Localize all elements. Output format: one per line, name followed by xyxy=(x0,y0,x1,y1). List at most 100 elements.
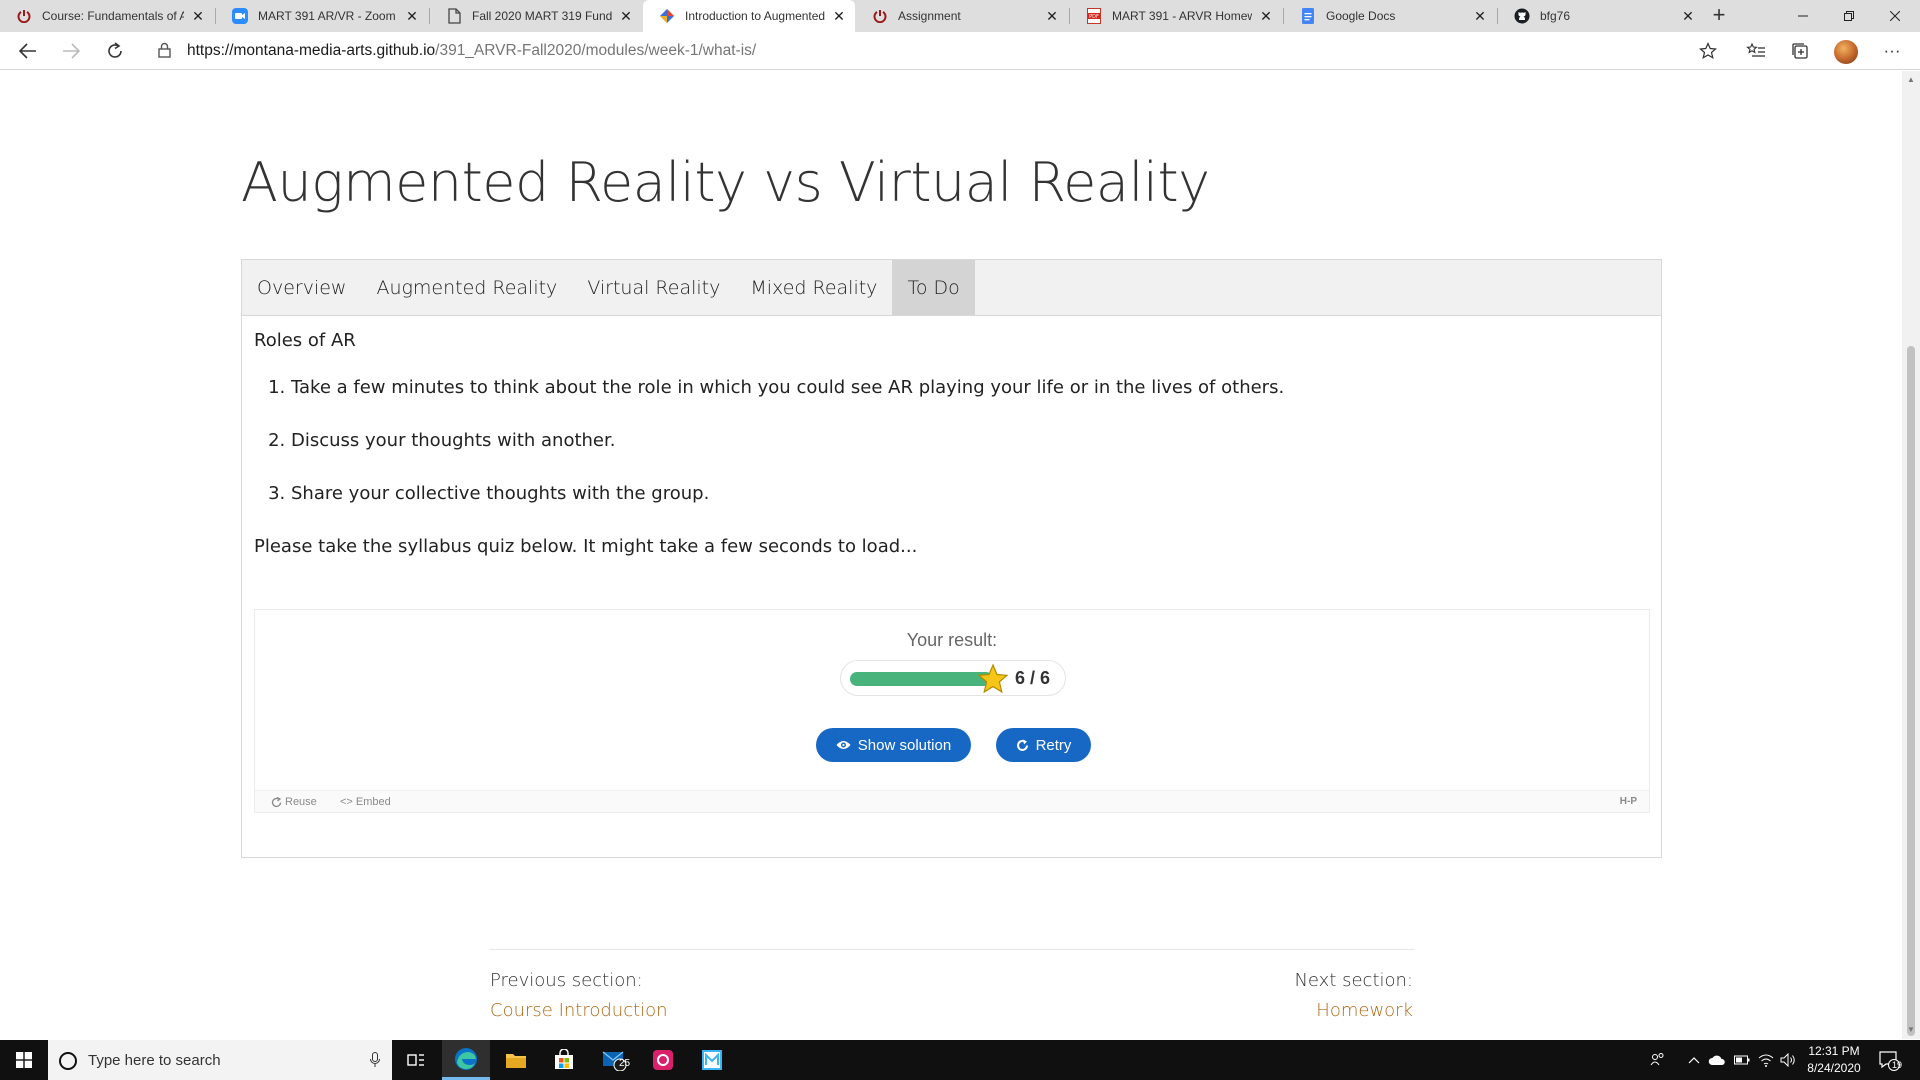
task-view-icon[interactable] xyxy=(392,1040,440,1080)
store-icon[interactable] xyxy=(540,1040,588,1080)
profile-avatar[interactable] xyxy=(1834,40,1858,64)
address-bar[interactable]: https://montana-media-arts.github.io/391… xyxy=(140,35,1730,67)
section-divider xyxy=(490,949,1414,950)
tab-to-do[interactable]: To Do xyxy=(892,260,975,315)
next-section-link[interactable]: Homework xyxy=(1316,1000,1413,1021)
tab-title: bfg76 xyxy=(1540,9,1571,23)
lock-icon[interactable] xyxy=(158,42,171,63)
scroll-up-icon[interactable]: ▲ xyxy=(1906,75,1916,85)
scroll-down-icon[interactable]: ▼ xyxy=(1906,1025,1916,1035)
start-button[interactable] xyxy=(0,1040,48,1080)
taskbar-search[interactable]: Type here to search xyxy=(48,1040,392,1080)
microphone-icon[interactable] xyxy=(370,1052,380,1068)
retry-button[interactable]: Retry xyxy=(996,728,1091,762)
chevron-up-icon[interactable] xyxy=(1688,1040,1700,1080)
h5p-logo[interactable]: H-P xyxy=(1620,796,1637,807)
browser-tab-6[interactable]: PDF MART 391 - ARVR Homewo ✕ xyxy=(1070,0,1282,32)
pdf-icon: PDF xyxy=(1086,8,1102,24)
browser-tab-7[interactable]: Google Docs ✕ xyxy=(1284,0,1496,32)
power-icon xyxy=(16,8,32,24)
back-arrow-icon xyxy=(19,43,36,59)
collections-icon[interactable] xyxy=(1787,38,1813,64)
browser-tab-4-active[interactable]: Introduction to Augmented ✕ xyxy=(643,0,855,32)
notification-center-icon[interactable]: 19 xyxy=(1878,1040,1903,1080)
list-item: Take a few minutes to think about the ro… xyxy=(291,377,1649,398)
close-icon[interactable]: ✕ xyxy=(1258,8,1274,24)
power-icon xyxy=(872,8,888,24)
tab-title: MART 391 AR/VR - Zoom xyxy=(258,9,396,23)
browser-tab-5[interactable]: Assignment ✕ xyxy=(856,0,1068,32)
browser-tab-1[interactable]: Course: Fundamentals of AR ✕ xyxy=(0,0,214,32)
show-solution-button[interactable]: Show solution xyxy=(816,728,971,762)
restore-button[interactable] xyxy=(1826,0,1872,32)
code-icon: <> xyxy=(340,796,353,808)
favorites-list-icon[interactable] xyxy=(1743,38,1769,64)
battery-icon[interactable] xyxy=(1734,1040,1750,1080)
next-section-label: Next section: xyxy=(1294,970,1413,991)
previous-section-label: Previous section: xyxy=(490,970,643,991)
tab-augmented-reality[interactable]: Augmented Reality xyxy=(361,260,572,315)
previous-section-link[interactable]: Course Introduction xyxy=(490,1000,668,1021)
h5p-quiz-widget: Your result: 6 / 6 Show solution Retry R… xyxy=(254,609,1650,813)
m-app-icon[interactable] xyxy=(688,1040,736,1080)
result-label: Your result: xyxy=(906,630,998,650)
tab-overview[interactable]: Overview xyxy=(242,260,361,315)
github-icon xyxy=(1514,8,1530,24)
forward-button[interactable] xyxy=(57,37,85,65)
close-icon[interactable]: ✕ xyxy=(190,8,206,24)
web-page: Augmented Reality vs Virtual Reality Ove… xyxy=(0,71,1902,1039)
people-icon[interactable] xyxy=(1650,1040,1666,1080)
wifi-icon[interactable] xyxy=(1758,1040,1774,1080)
onedrive-icon[interactable] xyxy=(1708,1040,1726,1080)
quiz-intro-text: Please take the syllabus quiz below. It … xyxy=(254,536,918,557)
browser-tab-8[interactable]: bfg76 ✕ xyxy=(1498,0,1704,32)
edge-browser-icon[interactable] xyxy=(442,1040,490,1080)
windows-logo-icon xyxy=(16,1052,32,1068)
back-button[interactable] xyxy=(14,37,42,65)
close-icon[interactable]: ✕ xyxy=(1680,8,1696,24)
clock[interactable]: 12:31 PM 8/24/2020 xyxy=(1792,1043,1876,1077)
browser-tab-3[interactable]: Fall 2020 MART 319 Fundam ✕ xyxy=(430,0,642,32)
close-icon[interactable]: ✕ xyxy=(1044,8,1060,24)
mail-icon[interactable]: 25 xyxy=(590,1040,638,1080)
tab-title: MART 391 - ARVR Homewo xyxy=(1112,9,1252,23)
tab-title: Course: Fundamentals of AR xyxy=(42,9,184,23)
list-item: Share your collective thoughts with the … xyxy=(291,483,1649,504)
new-tab-button[interactable]: + xyxy=(1707,4,1731,28)
zoom-icon xyxy=(232,8,248,24)
tab-mixed-reality[interactable]: Mixed Reality xyxy=(735,260,892,315)
creative-cloud-icon[interactable] xyxy=(639,1040,687,1080)
site-icon xyxy=(659,8,675,24)
clock-date: 8/24/2020 xyxy=(1807,1061,1861,1075)
file-explorer-icon[interactable] xyxy=(492,1040,540,1080)
eye-icon xyxy=(836,741,851,749)
retry-label: Retry xyxy=(1035,736,1072,754)
forward-arrow-icon xyxy=(63,43,80,59)
tab-virtual-reality[interactable]: Virtual Reality xyxy=(572,260,735,315)
svg-text:PDF: PDF xyxy=(1089,14,1099,20)
close-icon[interactable]: ✕ xyxy=(831,8,847,24)
close-window-button[interactable] xyxy=(1872,0,1918,32)
close-icon[interactable]: ✕ xyxy=(1472,8,1488,24)
refresh-button[interactable] xyxy=(101,37,129,65)
favorite-star-icon[interactable] xyxy=(1695,38,1721,64)
docs-icon xyxy=(1300,8,1316,24)
tab-bar: Overview Augmented Reality Virtual Reali… xyxy=(242,260,1661,316)
close-icon[interactable]: ✕ xyxy=(618,8,634,24)
browser-tab-2[interactable]: MART 391 AR/VR - Zoom ✕ xyxy=(216,0,428,32)
retry-icon xyxy=(1016,739,1028,751)
search-placeholder: Type here to search xyxy=(88,1051,221,1069)
more-options-icon[interactable]: ··· xyxy=(1879,38,1905,64)
scrollbar-thumb[interactable] xyxy=(1907,346,1915,1036)
todo-list: Take a few minutes to think about the ro… xyxy=(291,377,1649,504)
show-solution-label: Show solution xyxy=(857,736,952,754)
page-scrollbar[interactable]: ▲ ▼ xyxy=(1902,71,1920,1039)
minimize-button[interactable] xyxy=(1780,0,1826,32)
star-icon xyxy=(977,663,1009,694)
reuse-button[interactable]: Reuse xyxy=(271,796,317,808)
section-title: Roles of AR xyxy=(254,330,356,351)
embed-button[interactable]: <> Embed xyxy=(340,796,391,808)
tab-title: Assignment xyxy=(898,9,961,23)
close-icon[interactable]: ✕ xyxy=(404,8,420,24)
notification-count: 19 xyxy=(1892,1060,1903,1070)
